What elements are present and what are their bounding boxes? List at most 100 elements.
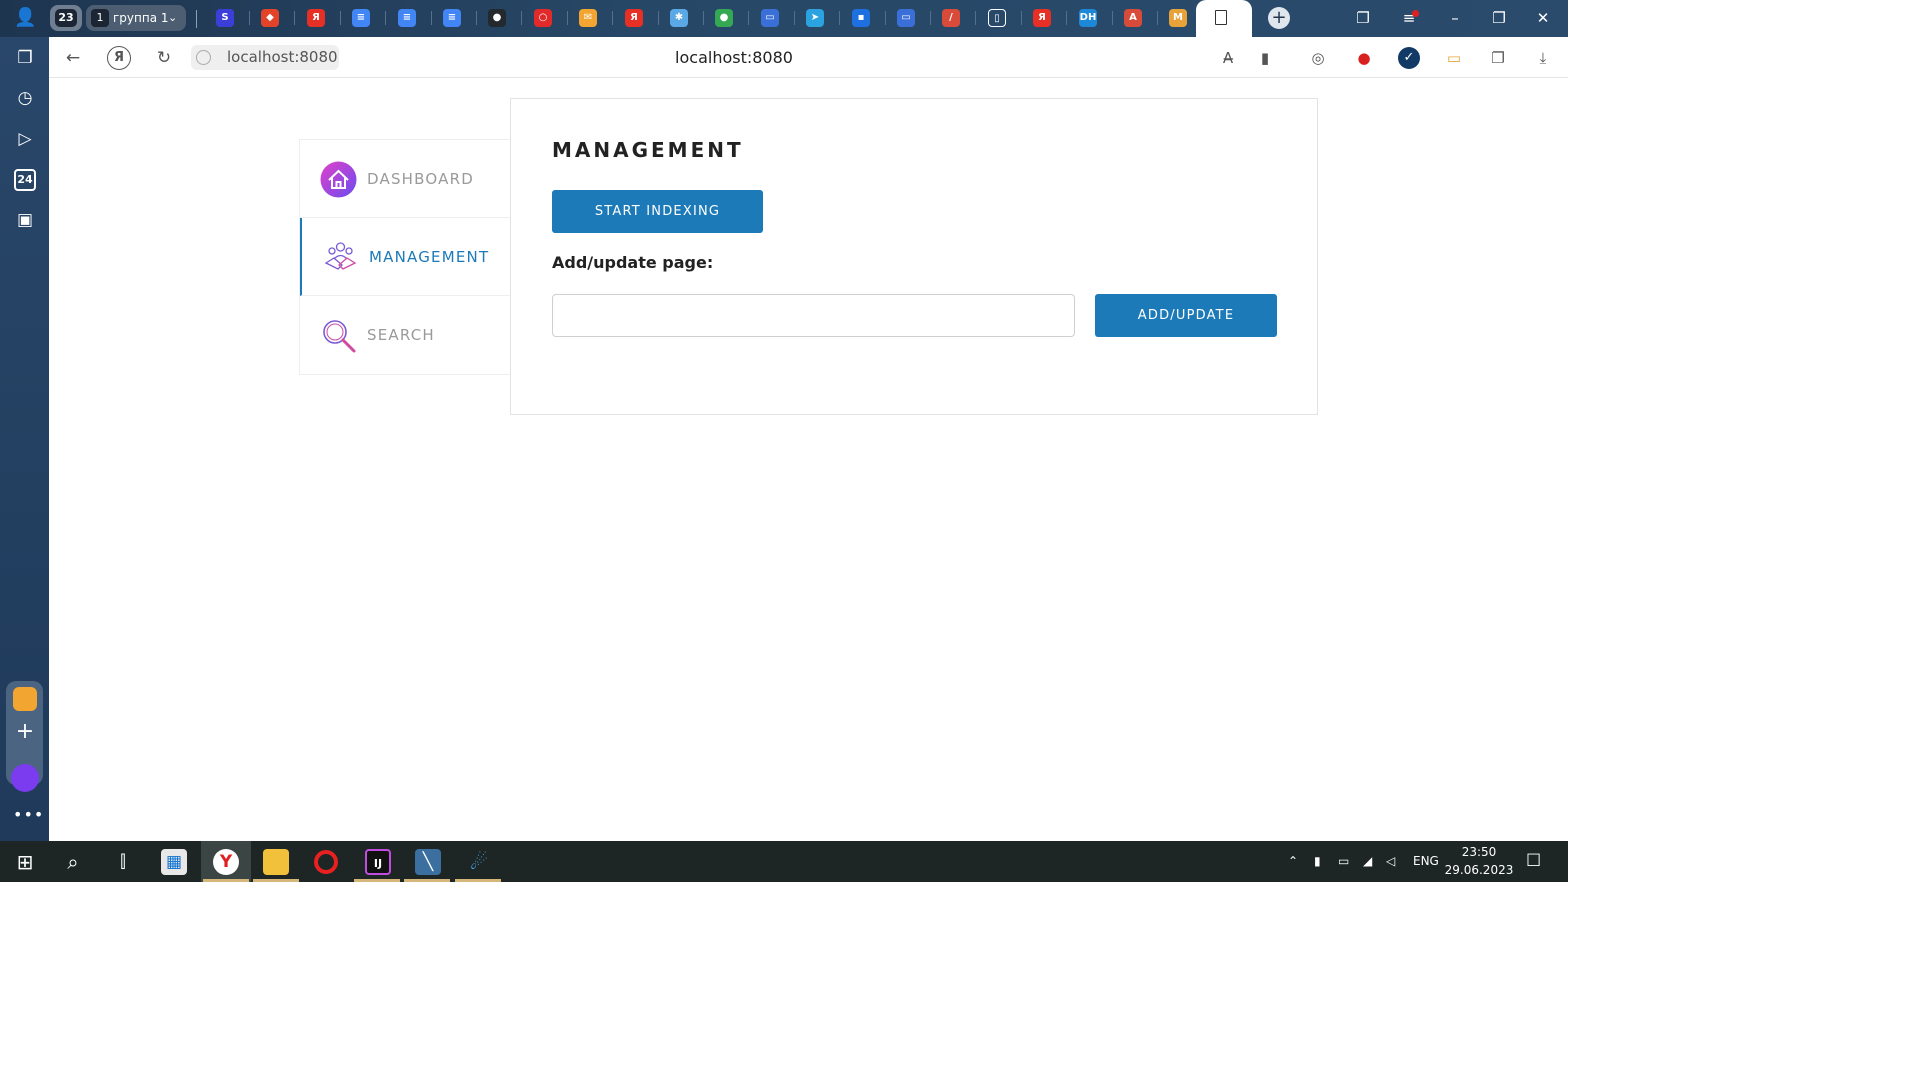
tab-divider xyxy=(703,11,704,25)
battery-saver-icon[interactable]: ▭ xyxy=(1443,47,1465,69)
app-tab-favicon-icon[interactable]: ✱ xyxy=(670,9,688,27)
back-icon[interactable]: ← xyxy=(61,46,85,70)
search-icon[interactable]: ⌕ xyxy=(60,849,86,875)
notifications-icon[interactable]: ☐ xyxy=(1526,841,1541,882)
windows-taskbar: ⊞ ⌕ ⫿ ▦ Y IJ ╲ ☄ ⌃ ▮ ▭ ◢ ◁ ENG 23:50 29.… xyxy=(0,841,1568,882)
nav-label-dashboard: DASHBOARD xyxy=(367,170,474,188)
protect-check-icon[interactable]: ✓ xyxy=(1398,47,1420,69)
tab-divider xyxy=(340,11,341,25)
more-icon[interactable]: ••• xyxy=(13,805,43,824)
add-app-icon[interactable]: + xyxy=(13,720,37,744)
tab-divider xyxy=(1021,11,1022,25)
show-hidden-icons[interactable]: ⌃ xyxy=(1288,841,1298,882)
tab-count: 23 xyxy=(55,9,77,27)
pen-tab-favicon-icon[interactable]: / xyxy=(942,9,960,27)
collections-icon[interactable]: ❐ xyxy=(14,47,36,69)
active-tab[interactable] xyxy=(1196,0,1252,37)
screenshot-icon[interactable]: ▣ xyxy=(14,209,36,231)
reload-icon[interactable]: ↻ xyxy=(152,46,176,70)
address-chip[interactable]: localhost:8080 xyxy=(191,45,339,70)
close-icon[interactable]: ✕ xyxy=(1528,6,1558,30)
volume-icon[interactable]: ◁ xyxy=(1386,841,1395,882)
tab-divider xyxy=(476,11,477,25)
add-update-button[interactable]: ADD/UPDATE xyxy=(1095,294,1277,337)
opera-icon[interactable] xyxy=(314,850,338,874)
start-indexing-button[interactable]: START INDEXING xyxy=(552,190,763,233)
microphone-icon[interactable]: ▮ xyxy=(1314,841,1321,882)
yandex-browser-icon[interactable]: Y xyxy=(213,849,239,875)
battery-icon[interactable]: ▭ xyxy=(1338,841,1349,882)
mail-icon[interactable] xyxy=(13,687,37,711)
restore-icon[interactable]: ❐ xyxy=(1484,6,1514,30)
minimize-icon[interactable]: – xyxy=(1440,6,1470,30)
translate-icon[interactable]: A̶ xyxy=(1217,47,1239,69)
address-text: localhost:8080 xyxy=(227,48,338,66)
docs-tab-3-favicon-icon[interactable]: ≡ xyxy=(443,9,461,27)
windows-start-icon[interactable]: ⊞ xyxy=(12,849,38,875)
document-icon xyxy=(1215,10,1227,25)
tabs-collection-icon[interactable]: ❐ xyxy=(1348,6,1378,30)
nav-item-search[interactable]: SEARCH xyxy=(300,296,511,374)
database-tool-icon[interactable]: ╲ xyxy=(415,849,441,875)
github-tab-favicon-icon[interactable]: ● xyxy=(488,9,506,27)
team-handshake-icon xyxy=(324,242,357,270)
a-tab-favicon-icon[interactable]: A xyxy=(1124,9,1142,27)
history-icon[interactable]: ◷ xyxy=(14,87,36,109)
extensions-icon[interactable]: ❐ xyxy=(1487,47,1509,69)
download-icon[interactable]: ⤓ xyxy=(1532,47,1554,69)
tab-count-button[interactable]: 23 xyxy=(50,5,82,31)
mail-tab-favicon-icon[interactable]: ✉ xyxy=(579,9,597,27)
telegram-tab-favicon-icon[interactable]: ➤ xyxy=(806,9,824,27)
wifi-icon[interactable]: ◢ xyxy=(1363,841,1372,882)
yandex-tab-3-favicon-icon[interactable]: Я xyxy=(1033,9,1051,27)
address-bar: ← Я ↻ localhost:8080 localhost:8080 A̶ ▮… xyxy=(49,37,1568,78)
play-icon[interactable]: ▷ xyxy=(14,128,36,150)
nav-item-dashboard[interactable]: DASHBOARD xyxy=(300,140,511,218)
add-update-label: Add/update page: xyxy=(552,253,714,272)
doc-tab-favicon-icon[interactable]: ▯ xyxy=(988,9,1006,27)
profile-icon[interactable]: 👤 xyxy=(14,7,36,29)
nav-label-management: MANAGEMENT xyxy=(369,248,490,266)
taskbar-clock[interactable]: 23:50 29.06.2023 xyxy=(1442,843,1516,879)
slides-tab-favicon-icon[interactable]: ▭ xyxy=(761,9,779,27)
running-indicator xyxy=(253,879,299,882)
password-key-icon[interactable]: ● xyxy=(1353,47,1375,69)
search-icon xyxy=(323,320,356,353)
task-view-icon[interactable]: ⫿ xyxy=(110,849,136,875)
yandex-logo-icon[interactable]: Я xyxy=(107,46,131,70)
menu-icon[interactable]: ≡ xyxy=(1394,6,1424,30)
bookmark-icon[interactable]: ▮ xyxy=(1254,47,1276,69)
vpn-globe-icon[interactable]: ◎ xyxy=(1307,47,1329,69)
news-24-icon[interactable]: 24 xyxy=(14,169,36,191)
docs-tab-1-favicon-icon[interactable]: ≡ xyxy=(352,9,370,27)
docs-tab-2-favicon-icon[interactable]: ≡ xyxy=(398,9,416,27)
site-info-icon[interactable] xyxy=(196,50,211,65)
yandex-tab-2-favicon-icon[interactable]: Я xyxy=(625,9,643,27)
tab-divider xyxy=(431,11,432,25)
tab-divider xyxy=(1112,11,1113,25)
chrome-tab-favicon-icon[interactable]: ● xyxy=(715,9,733,27)
nav-item-management[interactable]: MANAGEMENT xyxy=(300,218,511,296)
tab-group-button[interactable]: 1 группа 1 ⌄ xyxy=(86,5,186,31)
page-url-input[interactable] xyxy=(552,294,1075,337)
slides-tab-2-favicon-icon[interactable]: ▭ xyxy=(897,9,915,27)
language-indicator[interactable]: ENG xyxy=(1413,841,1439,882)
chat-tab-favicon-icon[interactable]: ▪ xyxy=(852,9,870,27)
opera-tab-favicon-icon[interactable]: ○ xyxy=(534,9,552,27)
tab-divider xyxy=(612,11,613,25)
s-tab-favicon-icon[interactable]: S xyxy=(216,9,234,27)
dh-tab-favicon-icon[interactable]: DH xyxy=(1079,9,1097,27)
running-indicator xyxy=(404,879,450,882)
page-url[interactable]: localhost:8080 xyxy=(609,37,859,78)
yandex-tab-favicon-icon[interactable]: Я xyxy=(307,9,325,27)
tab-group-number: 1 xyxy=(91,9,109,27)
m-tab-favicon-icon[interactable]: M xyxy=(1169,9,1187,27)
store-icon[interactable]: ▦ xyxy=(161,849,187,875)
app-swoosh-icon[interactable]: ☄ xyxy=(466,849,492,875)
alice-assistant-icon[interactable] xyxy=(11,764,39,792)
intellij-icon[interactable]: IJ xyxy=(365,849,391,875)
file-explorer-icon[interactable] xyxy=(263,849,289,875)
browser-sidebar: ❐ ◷ ▷ 24 ▣ + ••• xyxy=(0,37,49,841)
gitlab-tab-favicon-icon[interactable]: ◆ xyxy=(261,9,279,27)
new-tab-button[interactable]: + xyxy=(1268,7,1290,29)
